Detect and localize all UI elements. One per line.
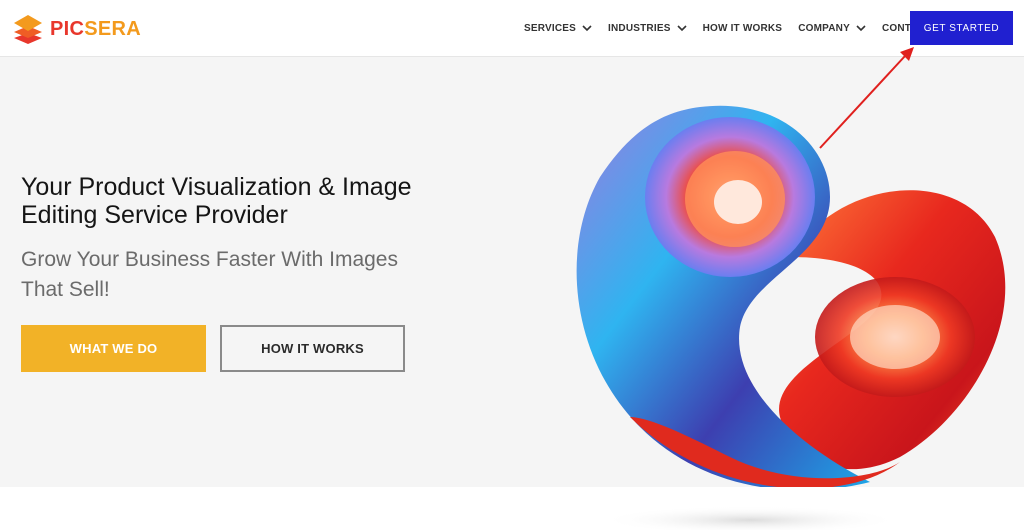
- chevron-down-icon: [856, 24, 866, 32]
- stacked-layers-logo-icon: [14, 15, 42, 44]
- hero-section: Your Product Visualization & Image Editi…: [0, 57, 1024, 487]
- hero-subhead: Grow Your Business Faster With Images Th…: [21, 248, 398, 301]
- nav-item-how-it-works[interactable]: HOW IT WORKS: [703, 23, 783, 34]
- nav-item-label: HOW IT WORKS: [702, 22, 783, 34]
- nav-item-label: INDUSTRIES: [608, 22, 671, 34]
- nav-item-services[interactable]: SERVICES: [524, 23, 592, 34]
- site-header: PICSERA SERVICES INDUSTRIES HOW IT WORKS…: [0, 0, 1024, 57]
- main-nav: SERVICES INDUSTRIES HOW IT WORKS COMPANY…: [524, 0, 948, 56]
- brand-name: PICSERA: [50, 17, 142, 40]
- nav-item-label: COMPANY: [798, 22, 850, 34]
- brand-logo[interactable]: PICSERA: [12, 12, 141, 46]
- product-shadow: [600, 506, 900, 530]
- how-it-works-button[interactable]: HOW IT WORKS: [220, 325, 405, 372]
- nav-item-label: SERVICES: [524, 22, 576, 34]
- nav-item-company[interactable]: COMPANY: [798, 23, 866, 34]
- nav-item-industries[interactable]: INDUSTRIES: [608, 23, 687, 34]
- chevron-down-icon: [676, 24, 687, 32]
- chevron-down-icon: [582, 24, 592, 32]
- get-started-button[interactable]: GET STARTED: [910, 11, 1013, 45]
- abstract-swirl-illustration: [576, 105, 1006, 487]
- hero-headline: Your Product Visualization & Image Editi…: [21, 173, 412, 229]
- what-we-do-button[interactable]: WHAT WE DO: [21, 325, 206, 372]
